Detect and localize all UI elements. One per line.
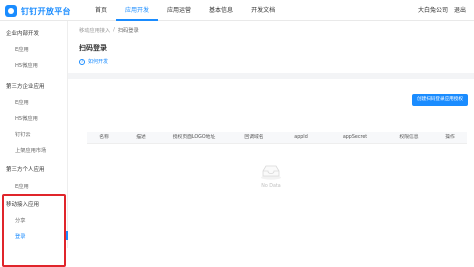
sidebar-item-tp-eapp[interactable]: E应用	[15, 99, 29, 106]
sidebar-item-dingtalk-cloud[interactable]: 钉钉云	[15, 131, 31, 138]
dingtalk-logo-icon	[5, 5, 17, 17]
create-qr-login-app-button[interactable]: 创建扫码登录应用授权	[412, 94, 468, 106]
nav-app-dev[interactable]: 应用开发	[116, 0, 159, 21]
sidebar-item-app-market[interactable]: 上架应用市场	[15, 147, 46, 154]
sidebar-item-internal-eapp[interactable]: E应用	[15, 46, 29, 53]
sidebar: 企业内部开发 E应用 H5微应用 第三方企业应用 E应用 H5微应用 钉钉云 上…	[0, 21, 68, 267]
help-circle-icon: ?	[79, 58, 85, 65]
table-header: 名称 描述 授权页面LOGO地址 回调域名 appId appSecret 权限…	[87, 132, 467, 144]
company-name[interactable]: 大白兔公司	[418, 0, 448, 21]
main-nav: 首页 应用开发 应用运营 基本信息 开发文档	[86, 0, 284, 21]
top-navbar: 钉钉开放平台 首页 应用开发 应用运营 基本信息 开发文档 大白兔公司 退出	[0, 0, 474, 21]
logout-link[interactable]: 退出	[454, 0, 466, 21]
nav-home[interactable]: 首页	[86, 0, 116, 21]
column-header-actions: 操作	[445, 135, 455, 140]
breadcrumb-current: 扫码登录	[117, 28, 139, 34]
sidebar-group-internal: 企业内部开发	[6, 31, 40, 37]
column-header-callback-domain: 回调域名	[244, 135, 264, 140]
how-to-develop-label: 如何开发	[88, 59, 109, 65]
empty-inbox-icon	[261, 165, 281, 180]
nav-app-ops[interactable]: 应用运营	[158, 0, 200, 21]
column-header-appsecret: appSecret	[342, 135, 368, 140]
column-header-name: 名称	[99, 135, 109, 140]
column-header-logo-url: 授权页面LOGO地址	[172, 135, 216, 140]
empty-text: No Data	[261, 184, 281, 189]
logo[interactable]: 钉钉开放平台	[5, 4, 71, 18]
column-header-permissions: 权限信息	[399, 135, 419, 140]
column-header-appid: appId	[294, 135, 308, 140]
sidebar-item-internal-h5[interactable]: H5微应用	[15, 62, 38, 69]
sidebar-group-third-party-personal: 第三方个人应用	[6, 167, 45, 173]
section-divider	[68, 73, 474, 79]
sidebar-item-tp-h5[interactable]: H5微应用	[15, 115, 38, 122]
breadcrumb-parent[interactable]: 移动应用接入	[79, 27, 110, 34]
sidebar-item-personal-eapp[interactable]: E应用	[15, 183, 29, 190]
highlight-box	[2, 194, 66, 267]
column-header-description: 描述	[136, 135, 146, 140]
main-content: 移动应用接入 / 扫码登录 扫码登录 ? 如何开发 创建扫码登录应用授权 名称 …	[68, 21, 474, 248]
how-to-develop-link[interactable]: ? 如何开发	[79, 58, 108, 65]
nav-basic-info[interactable]: 基本信息	[200, 0, 242, 21]
breadcrumb-separator: /	[113, 27, 115, 33]
sidebar-group-third-party-enterprise: 第三方企业应用	[6, 84, 45, 90]
page-title: 扫码登录	[79, 44, 107, 52]
logo-text: 钉钉开放平台	[21, 6, 71, 16]
nav-dev-docs[interactable]: 开发文档	[242, 0, 284, 21]
user-area: 大白兔公司 退出	[418, 0, 466, 21]
breadcrumb: 移动应用接入 / 扫码登录	[79, 27, 139, 34]
